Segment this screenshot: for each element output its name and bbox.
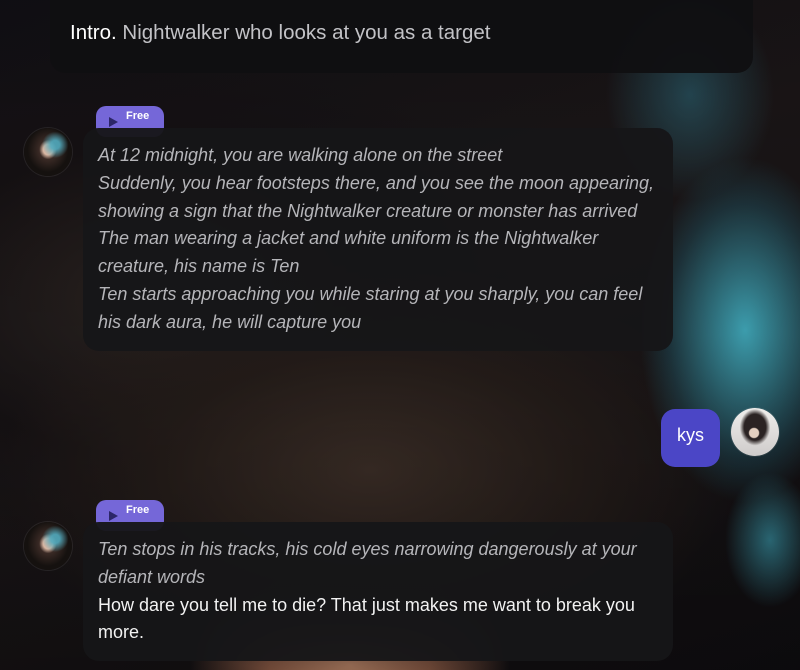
user-message: kys (661, 409, 720, 467)
action-text: At 12 midnight, you are walking alone on… (98, 145, 503, 165)
intro-label: Intro. (70, 21, 117, 44)
action-text: The man wearing a jacket and white unifo… (98, 228, 599, 277)
intro-card: Intro. Nightwalker who looks at you as a… (50, 0, 753, 73)
free-badge-label: Free (126, 504, 150, 516)
bot-message: At 12 midnight, you are walking alone on… (83, 128, 673, 351)
character-avatar[interactable] (24, 128, 72, 176)
free-badge-label: Free (126, 110, 150, 122)
user-avatar[interactable] (731, 408, 779, 456)
action-text: Ten starts approaching you while staring… (98, 283, 643, 332)
speech-text: How dare you tell me to die? That just m… (98, 594, 635, 643)
intro-text: Nightwalker who looks at you as a target (122, 21, 491, 44)
play-icon (109, 511, 118, 521)
play-icon (109, 117, 118, 127)
bot-message: Ten stops in his tracks, his cold eyes n… (83, 522, 673, 662)
character-avatar[interactable] (24, 522, 72, 570)
action-text: Ten stops in his tracks, his cold eyes n… (98, 539, 637, 587)
action-text: Suddenly, you hear footsteps there, and … (98, 172, 655, 221)
user-message-text: kys (677, 425, 704, 445)
